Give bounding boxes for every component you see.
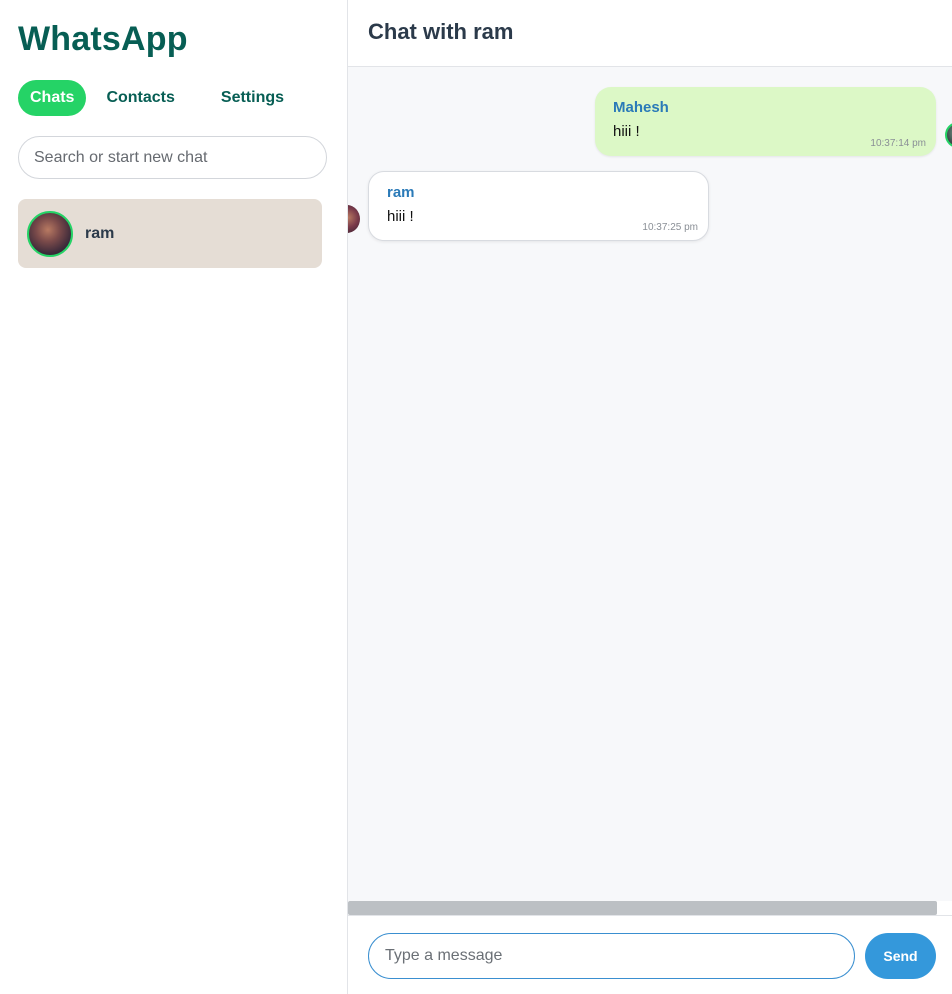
sidebar: WhatsApp Chats Contacts Settings ram [0, 0, 348, 994]
receiver-avatar [348, 205, 360, 233]
tab-chats[interactable]: Chats [18, 80, 87, 116]
message-input[interactable] [368, 933, 855, 979]
message-bubble-received: ram hiii ! 10:37:25 pm [368, 171, 709, 241]
chat-title: Chat with ram [368, 19, 514, 44]
avatar [27, 210, 73, 257]
app-title: WhatsApp [18, 20, 188, 58]
chat-list-item-name: ram [85, 224, 115, 242]
tab-settings[interactable]: Settings [209, 80, 296, 116]
horizontal-scrollbar[interactable] [348, 901, 937, 915]
message-timestamp: 10:37:25 pm [642, 222, 698, 233]
sender-avatar [945, 122, 952, 148]
message-timestamp: 10:37:14 pm [870, 138, 926, 149]
message-list[interactable]: Mahesh hiii ! 10:37:14 pm ram hiii ! 10:… [348, 67, 952, 901]
message-sender: Mahesh [613, 99, 669, 116]
send-button[interactable]: Send [865, 933, 936, 979]
sidebar-tabs: Chats Contacts Settings [18, 80, 301, 116]
chat-header: Chat with ram [348, 0, 952, 67]
tab-contacts[interactable]: Contacts [94, 80, 186, 116]
message-composer: Send [348, 915, 952, 994]
search-input[interactable] [18, 136, 327, 179]
message-sender: ram [387, 184, 415, 201]
message-bubble-sent: Mahesh hiii ! 10:37:14 pm [595, 87, 936, 156]
chat-panel: Chat with ram Mahesh hiii ! 10:37:14 pm … [348, 0, 952, 994]
chat-list-item-ram[interactable]: ram [18, 199, 322, 268]
